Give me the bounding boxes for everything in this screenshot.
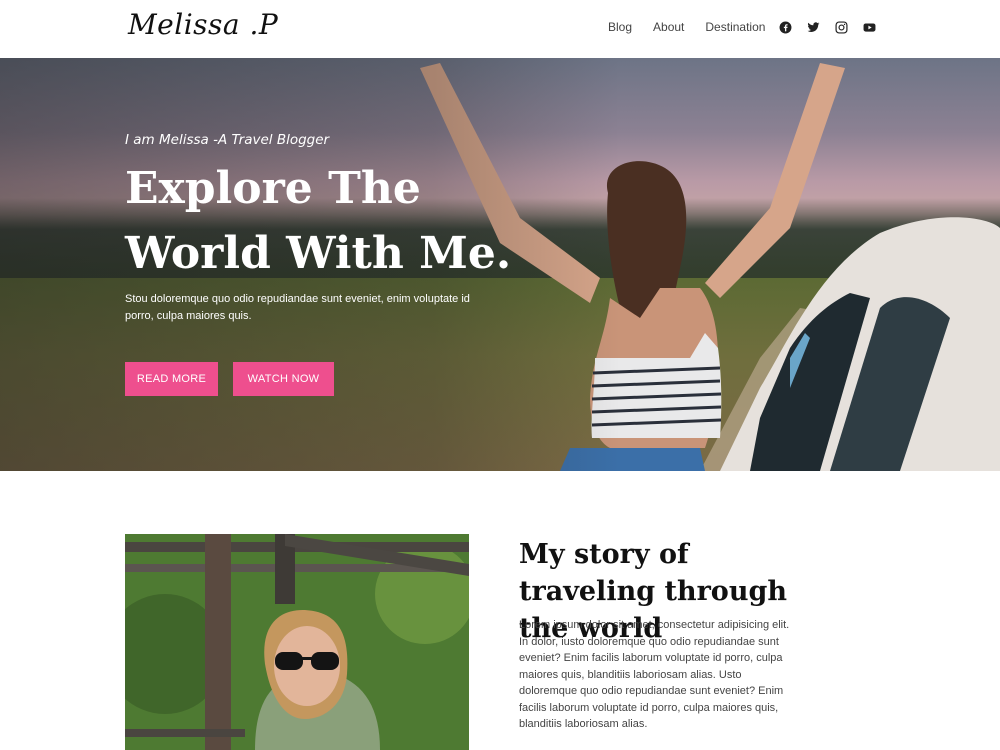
youtube-icon[interactable] bbox=[862, 20, 876, 34]
twitter-icon[interactable] bbox=[806, 20, 820, 34]
social-links bbox=[778, 20, 876, 34]
site-logo[interactable]: Melissa .P bbox=[128, 8, 278, 41]
hero-tagline: I am Melissa -A Travel Blogger bbox=[125, 132, 330, 148]
hero-description: Stou doloremque quo odio repudiandae sun… bbox=[125, 293, 470, 322]
read-more-button[interactable]: READ MORE bbox=[125, 362, 218, 396]
nav-about[interactable]: About bbox=[653, 20, 684, 34]
hero-headline: Explore The World With Me. bbox=[125, 156, 545, 286]
hero-section: I am Melissa -A Travel Blogger Explore T… bbox=[0, 58, 1000, 471]
watch-now-button[interactable]: WATCH NOW bbox=[233, 362, 334, 396]
facebook-icon[interactable] bbox=[778, 20, 792, 34]
hero-headline-line2: World With Me. bbox=[125, 228, 512, 279]
story-body: Lorem ipsum dolor sit amet, consectetur … bbox=[519, 619, 790, 730]
main-nav: Blog About Destination bbox=[608, 20, 786, 34]
site-header: Melissa .P Blog About Destination bbox=[0, 0, 1000, 58]
story-photo bbox=[125, 534, 469, 750]
woman-sunglasses-photo bbox=[125, 534, 469, 750]
nav-blog[interactable]: Blog bbox=[608, 20, 632, 34]
instagram-icon[interactable] bbox=[834, 20, 848, 34]
hero-headline-line1: Explore The bbox=[125, 163, 421, 214]
nav-destination[interactable]: Destination bbox=[705, 20, 765, 34]
